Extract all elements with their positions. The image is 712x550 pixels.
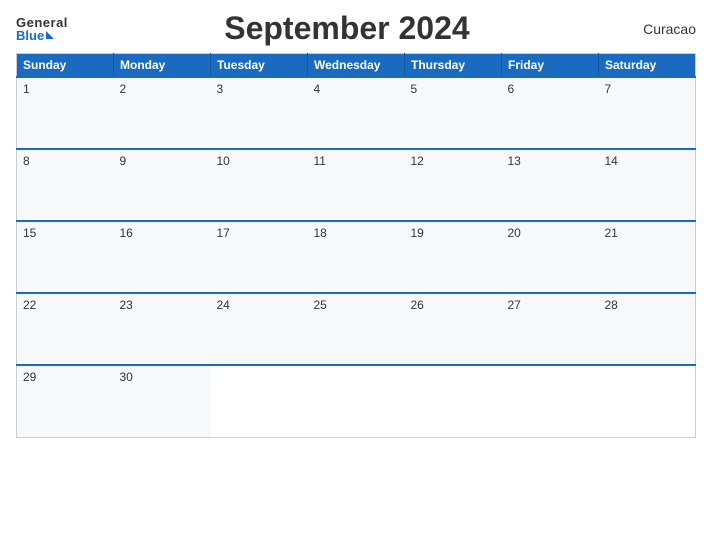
day-cell: 24 bbox=[211, 293, 308, 365]
day-cell: 1 bbox=[17, 77, 114, 149]
days-of-week-row: Sunday Monday Tuesday Wednesday Thursday… bbox=[17, 54, 696, 78]
day-cell: 14 bbox=[599, 149, 696, 221]
day-cell: 8 bbox=[17, 149, 114, 221]
week-row-1: 1 2 3 4 5 6 7 bbox=[17, 77, 696, 149]
day-number: 22 bbox=[23, 298, 36, 312]
day-number: 23 bbox=[120, 298, 133, 312]
day-cell: 10 bbox=[211, 149, 308, 221]
day-cell: 13 bbox=[502, 149, 599, 221]
day-number: 16 bbox=[120, 226, 133, 240]
day-number: 24 bbox=[217, 298, 230, 312]
day-number: 26 bbox=[411, 298, 424, 312]
day-cell: 16 bbox=[114, 221, 211, 293]
day-number: 18 bbox=[314, 226, 327, 240]
col-friday: Friday bbox=[502, 54, 599, 78]
day-number: 19 bbox=[411, 226, 424, 240]
day-cell: 30 bbox=[114, 365, 211, 437]
col-thursday: Thursday bbox=[405, 54, 502, 78]
col-tuesday: Tuesday bbox=[211, 54, 308, 78]
day-number: 2 bbox=[120, 82, 127, 96]
week-row-2: 8 9 10 11 12 13 14 bbox=[17, 149, 696, 221]
day-number: 11 bbox=[314, 154, 326, 168]
day-cell: 9 bbox=[114, 149, 211, 221]
day-number: 9 bbox=[120, 154, 127, 168]
day-number: 15 bbox=[23, 226, 36, 240]
day-number: 27 bbox=[508, 298, 521, 312]
day-cell: 23 bbox=[114, 293, 211, 365]
day-number: 13 bbox=[508, 154, 521, 168]
week-row-3: 15 16 17 18 19 20 21 bbox=[17, 221, 696, 293]
day-cell: 21 bbox=[599, 221, 696, 293]
day-cell: 2 bbox=[114, 77, 211, 149]
day-cell bbox=[502, 365, 599, 437]
logo: General Blue bbox=[16, 16, 68, 42]
day-cell: 3 bbox=[211, 77, 308, 149]
day-number: 4 bbox=[314, 82, 321, 96]
day-cell bbox=[405, 365, 502, 437]
col-wednesday: Wednesday bbox=[308, 54, 405, 78]
day-cell: 15 bbox=[17, 221, 114, 293]
day-cell: 22 bbox=[17, 293, 114, 365]
day-cell: 12 bbox=[405, 149, 502, 221]
day-cell: 29 bbox=[17, 365, 114, 437]
day-cell: 27 bbox=[502, 293, 599, 365]
day-cell: 25 bbox=[308, 293, 405, 365]
day-cell: 4 bbox=[308, 77, 405, 149]
col-sunday: Sunday bbox=[17, 54, 114, 78]
day-number: 25 bbox=[314, 298, 327, 312]
day-cell: 26 bbox=[405, 293, 502, 365]
day-cell: 20 bbox=[502, 221, 599, 293]
logo-blue-row: Blue bbox=[16, 29, 54, 42]
logo-triangle-icon bbox=[46, 31, 54, 39]
day-cell: 28 bbox=[599, 293, 696, 365]
week-row-5: 29 30 bbox=[17, 365, 696, 437]
day-number: 30 bbox=[120, 370, 133, 384]
day-number: 8 bbox=[23, 154, 30, 168]
day-cell: 19 bbox=[405, 221, 502, 293]
day-number: 7 bbox=[605, 82, 612, 96]
day-number: 29 bbox=[23, 370, 36, 384]
logo-general-text: General bbox=[16, 16, 68, 29]
day-cell bbox=[599, 365, 696, 437]
day-cell: 17 bbox=[211, 221, 308, 293]
day-cell bbox=[211, 365, 308, 437]
calendar-page: General Blue September 2024 Curacao Sund… bbox=[0, 0, 712, 550]
day-number: 14 bbox=[605, 154, 618, 168]
week-row-4: 22 23 24 25 26 27 28 bbox=[17, 293, 696, 365]
col-saturday: Saturday bbox=[599, 54, 696, 78]
day-cell bbox=[308, 365, 405, 437]
location-label: Curacao bbox=[626, 21, 696, 37]
day-number: 21 bbox=[605, 226, 618, 240]
day-cell: 6 bbox=[502, 77, 599, 149]
calendar-table: Sunday Monday Tuesday Wednesday Thursday… bbox=[16, 53, 696, 438]
day-cell: 7 bbox=[599, 77, 696, 149]
day-cell: 18 bbox=[308, 221, 405, 293]
col-monday: Monday bbox=[114, 54, 211, 78]
day-number: 12 bbox=[411, 154, 424, 168]
day-number: 28 bbox=[605, 298, 618, 312]
day-number: 10 bbox=[217, 154, 230, 168]
day-number: 17 bbox=[217, 226, 230, 240]
calendar-header: Sunday Monday Tuesday Wednesday Thursday… bbox=[17, 54, 696, 78]
logo-blue-text: Blue bbox=[16, 29, 44, 42]
day-number: 6 bbox=[508, 82, 515, 96]
day-number: 5 bbox=[411, 82, 418, 96]
day-number: 1 bbox=[23, 82, 30, 96]
calendar-title: September 2024 bbox=[68, 10, 626, 47]
day-number: 20 bbox=[508, 226, 521, 240]
header: General Blue September 2024 Curacao bbox=[16, 10, 696, 47]
calendar-body: 1234567891011121314151617181920212223242… bbox=[17, 77, 696, 437]
day-cell: 5 bbox=[405, 77, 502, 149]
day-number: 3 bbox=[217, 82, 224, 96]
day-cell: 11 bbox=[308, 149, 405, 221]
